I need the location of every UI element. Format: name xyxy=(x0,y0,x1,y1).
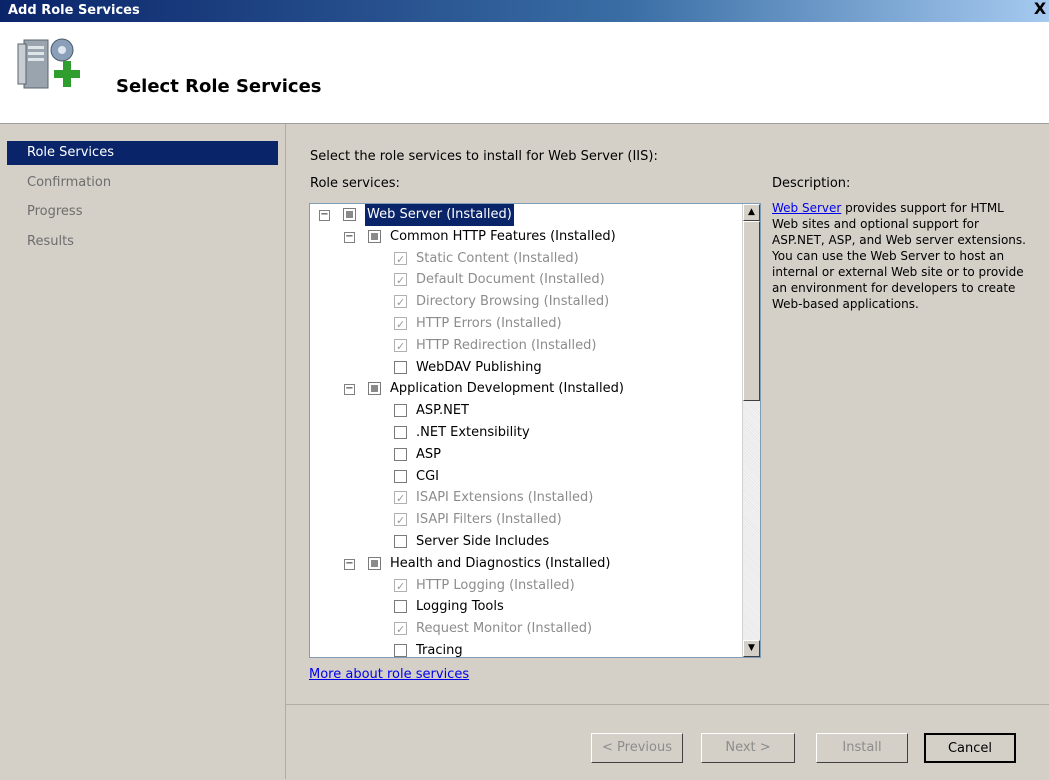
checkbox[interactable] xyxy=(394,600,407,614)
checkbox[interactable] xyxy=(394,576,407,598)
checkbox[interactable] xyxy=(343,208,356,221)
collapse-icon[interactable]: − xyxy=(344,231,355,243)
nav-item-role-services[interactable]: Role Services xyxy=(7,141,278,165)
tree-item-label: HTTP Logging (Installed) xyxy=(416,577,575,593)
wizard-header: Select Role Services xyxy=(0,22,1049,124)
tree-item-label: ISAPI Extensions (Installed) xyxy=(416,490,594,506)
tree-item-label: Static Content (Installed) xyxy=(416,250,579,266)
web-server-link[interactable]: Web Server xyxy=(772,201,841,215)
tree-item-label: WebDAV Publishing xyxy=(416,359,542,375)
main-panel: Select the role services to install for … xyxy=(286,124,1049,704)
scroll-down-icon[interactable]: ▼ xyxy=(743,640,760,657)
tree-item-label: Logging Tools xyxy=(416,599,504,615)
checkbox[interactable] xyxy=(394,644,407,657)
role-services-tree[interactable]: Tracing Request Monitor (Installed) Loggin… xyxy=(309,203,761,658)
install-button[interactable]: Install xyxy=(816,733,908,763)
tree-item-label: .NET Extensibility xyxy=(416,425,530,440)
checkbox[interactable] xyxy=(394,488,407,510)
checkbox[interactable] xyxy=(368,229,381,243)
checkbox[interactable] xyxy=(394,270,407,292)
tree-item-label: Web Server (Installed) xyxy=(365,204,514,226)
scroll-up-icon[interactable]: ▲ xyxy=(743,204,760,221)
role-services-label: Role services: xyxy=(310,176,400,191)
title-bar: Add Role Services X xyxy=(0,0,1049,22)
nav-item-confirmation[interactable]: Confirmation xyxy=(7,171,278,195)
tree-item-label: Tracing xyxy=(416,643,463,658)
checkbox[interactable] xyxy=(394,619,407,641)
tree-item-label: Directory Browsing (Installed) xyxy=(416,294,610,310)
tree-item-label: Server Side Includes xyxy=(416,534,550,549)
nav-item-progress[interactable]: Progress xyxy=(7,200,278,224)
server-add-icon xyxy=(17,38,80,89)
description-label: Description: xyxy=(772,176,851,191)
checkbox[interactable] xyxy=(394,447,407,461)
wizard-nav: Role Services Confirmation Progress Resu… xyxy=(0,124,286,779)
next-button[interactable]: Next > xyxy=(701,733,795,763)
tree-item-label: Common HTTP Features (Installed) xyxy=(390,228,616,244)
checkbox[interactable] xyxy=(394,314,407,336)
tree-item-label: CGI xyxy=(416,468,439,484)
previous-button[interactable]: < Previous xyxy=(591,733,683,763)
checkbox[interactable] xyxy=(394,426,407,439)
tree-scrollbar[interactable]: ▲ ▼ xyxy=(742,204,760,657)
tree-item-label: Default Document (Installed) xyxy=(416,272,605,288)
checkbox[interactable] xyxy=(368,556,381,570)
checkbox[interactable] xyxy=(394,249,407,271)
checkbox[interactable] xyxy=(394,336,407,358)
description-body: provides support for HTML Web sites and … xyxy=(772,201,1026,311)
close-icon[interactable]: X xyxy=(1031,0,1049,20)
page-title: Select Role Services xyxy=(116,76,322,97)
tree-item-label: ASP xyxy=(416,446,441,462)
checkbox[interactable] xyxy=(394,292,407,314)
scroll-thumb[interactable] xyxy=(743,221,760,401)
checkbox[interactable] xyxy=(394,510,407,532)
checkbox[interactable] xyxy=(368,382,381,396)
checkbox[interactable] xyxy=(394,404,407,418)
wizard-footer: < Previous Next > Install Cancel xyxy=(286,704,1049,780)
tree-item-label: Health and Diagnostics (Installed) xyxy=(390,555,611,571)
more-about-role-services-link[interactable]: More about role services xyxy=(309,667,469,682)
description-text: Web Server provides support for HTML Web… xyxy=(772,200,1027,312)
collapse-icon[interactable]: − xyxy=(344,384,355,396)
cancel-button[interactable]: Cancel xyxy=(924,733,1016,763)
checkbox[interactable] xyxy=(394,360,407,374)
nav-item-results[interactable]: Results xyxy=(7,230,278,254)
collapse-icon[interactable]: − xyxy=(344,558,355,570)
window-title: Add Role Services xyxy=(8,3,140,18)
instruction-text: Select the role services to install for … xyxy=(310,149,658,164)
tree-item-label: ISAPI Filters (Installed) xyxy=(416,512,562,528)
tree-item-label: HTTP Redirection (Installed) xyxy=(416,337,597,353)
tree-item-label: Application Development (Installed) xyxy=(390,381,624,397)
tree-item-label: Request Monitor (Installed) xyxy=(416,621,593,637)
tree-item-label: ASP.NET xyxy=(416,403,469,419)
checkbox[interactable] xyxy=(394,469,407,483)
collapse-icon[interactable]: − xyxy=(319,210,330,221)
checkbox[interactable] xyxy=(394,535,407,548)
tree-item-label: HTTP Errors (Installed) xyxy=(416,316,562,331)
